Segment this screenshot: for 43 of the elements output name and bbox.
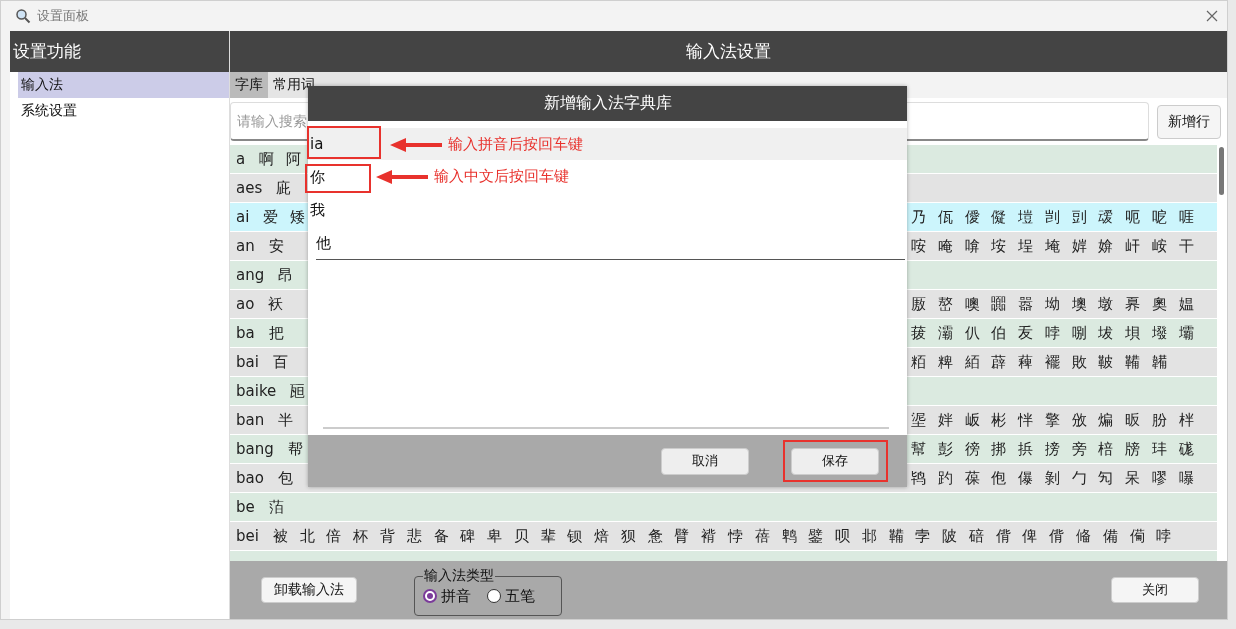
- characters-cell: 埿 姅 岅 彬 怑 擎 攽 煸 昄 朌 柈: [911, 410, 1194, 429]
- characters-cell: 庛: [276, 178, 292, 198]
- characters-cell: 萡: [268, 497, 284, 517]
- group-title: 输入法类型: [423, 567, 495, 583]
- characters-cell: 昂: [278, 265, 294, 285]
- pinyin-cell: an: [236, 236, 255, 256]
- panel-title: 输入法设置: [230, 31, 1227, 72]
- window-title: 设置面板: [37, 7, 89, 25]
- characters-cell: 粨 粺 絔 薜 薭 襬 敗 鞁 鞴 韛: [911, 352, 1167, 371]
- pinyin-cell: a: [236, 149, 246, 169]
- characters-cell: 乃 佤 僾 儗 塏 剀 剅 叆 呃 呝 啀: [911, 207, 1194, 226]
- dialog-title: 新增输入法字典库: [308, 86, 907, 121]
- characters-cell: 被 北 倍 杯 背 悲 备 碑 卑 贝 辈 钡 焙 狈 惫 臂 褙 悖 蓓 鹎 鐾 呗 邶 鞴 孛 陂 碚 偝 俾 偝 偹 備 僃 哱: [272, 526, 1172, 546]
- pinyin-cell: bai: [236, 352, 259, 372]
- characters-cell: 啊 阿: [259, 149, 301, 169]
- characters-cell: 把: [268, 323, 284, 343]
- characters-cell: 百: [272, 352, 288, 372]
- characters-cell: 咹 唵 啽 垵 埕 埯 婩 媕 屽 峖 干: [911, 236, 1194, 255]
- pinyin-cell: ang: [236, 265, 265, 285]
- characters-cell: 厫 嶅 噢 嚻 嚣 坳 墺 墩 奡 奧 媪: [911, 294, 1194, 313]
- pinyin-cell: ao: [236, 294, 255, 314]
- annotation-text: 输入中文后按回车键: [434, 167, 569, 186]
- pinyin-cell: ba: [236, 323, 255, 343]
- characters-cell: 爱 矮: [263, 207, 306, 227]
- pinyin-cell: bang: [236, 439, 274, 459]
- pinyin-cell: baike: [236, 381, 277, 401]
- pinyin-cell: bei: [236, 526, 259, 546]
- pinyin-cell: bao: [236, 468, 264, 488]
- characters-cell: 帮: [287, 439, 303, 459]
- characters-cell: 瓸: [290, 381, 306, 401]
- pinyin-cell: be: [236, 497, 255, 517]
- pinyin-cell: ban: [236, 410, 265, 430]
- characters-cell: 菝 灞 仈 伯 叐 哱 哵 坺 垻 墢 壩: [911, 323, 1194, 342]
- characters-cell: 半: [278, 410, 294, 430]
- characters-cell: 幫 彭 徬 挷 捠 搒 旁 棓 牓 玤 硥: [911, 439, 1194, 458]
- pinyin-cell: ai: [236, 207, 250, 227]
- pinyin-cell: aes: [236, 178, 263, 198]
- characters-cell: 包: [277, 468, 293, 488]
- annotation-text: 输入拼音后按回车键: [448, 135, 583, 154]
- characters-cell: 安: [268, 236, 284, 256]
- characters-cell: 鸨 趵 葆 佨 儤 剝 勹 勼 呆 嘐 嚗: [911, 468, 1194, 487]
- characters-cell: 袄: [268, 294, 284, 314]
- sidebar-title: 设置功能: [10, 31, 229, 72]
